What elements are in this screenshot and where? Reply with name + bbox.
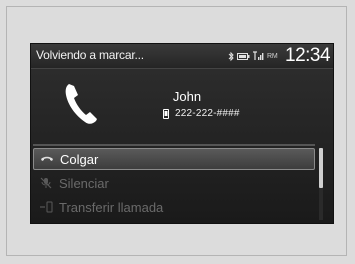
menu-item-colgar[interactable]: Colgar bbox=[33, 148, 315, 170]
phone-call-screen: Volviendo a marcar... RM 12:34 John 222-… bbox=[30, 43, 334, 224]
menu-item-silenciar[interactable]: Silenciar bbox=[33, 172, 315, 194]
menu-item-label: Colgar bbox=[60, 151, 99, 167]
menu-item-transferir-llamada[interactable]: Transferir llamada bbox=[33, 196, 315, 218]
call-options-menu: Colgar Silenciar Transferir llamada bbox=[33, 148, 315, 223]
status-bar: Volviendo a marcar... RM 12:34 bbox=[31, 44, 333, 69]
scrollbar[interactable] bbox=[319, 148, 323, 220]
menu-item-label: Silenciar bbox=[59, 175, 109, 191]
battery-icon bbox=[237, 52, 250, 60]
divider bbox=[33, 144, 315, 146]
hang-up-icon bbox=[41, 156, 53, 161]
transfer-call-icon bbox=[40, 201, 53, 213]
mute-icon bbox=[40, 177, 52, 189]
status-icons: RM bbox=[228, 50, 278, 62]
signal-icon bbox=[253, 51, 264, 60]
contact-number-row: 222-222-#### bbox=[163, 108, 240, 119]
bluetooth-icon bbox=[228, 51, 234, 61]
contact-name: John bbox=[172, 89, 202, 104]
status-title: Volviendo a marcar... bbox=[36, 48, 144, 62]
scrollbar-thumb[interactable] bbox=[319, 148, 323, 188]
mobile-phone-icon bbox=[163, 108, 169, 119]
roaming-label: RM bbox=[267, 52, 278, 60]
contact-number: 222-222-#### bbox=[175, 108, 240, 119]
clock: 12:34 bbox=[285, 45, 331, 66]
call-info: John 222-222-#### bbox=[31, 69, 333, 139]
menu-item-label: Transferir llamada bbox=[59, 199, 164, 215]
